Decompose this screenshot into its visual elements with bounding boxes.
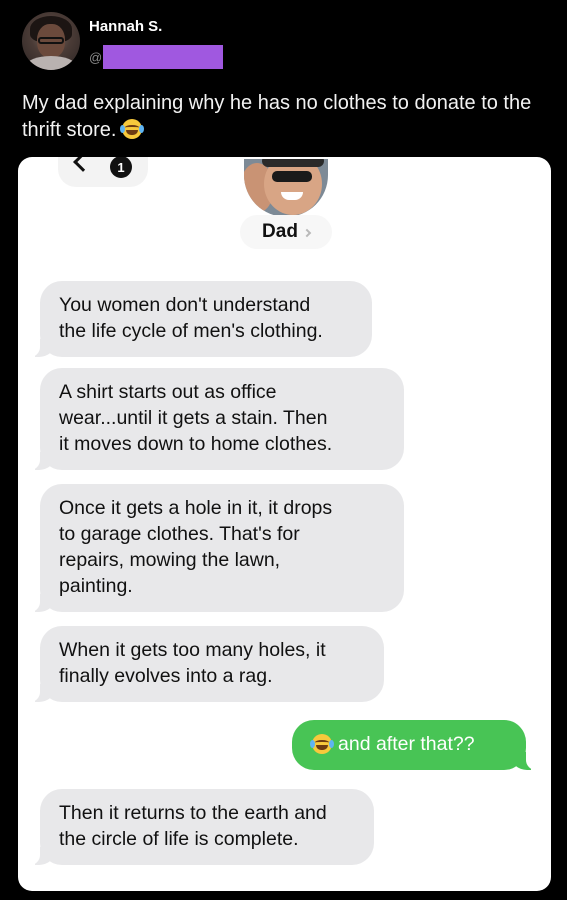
message-text: and after that?? [338, 733, 475, 755]
avatar-shirt [26, 56, 76, 70]
message-text: A shirt starts out as office wear...unti… [59, 381, 333, 455]
post-header: Hannah S. @ [22, 12, 552, 72]
contact-name: Dad [262, 221, 298, 242]
message-text: Then it returns to the earth and the cir… [59, 802, 327, 850]
handle-prefix: @ [89, 49, 103, 65]
avatar-person-right [264, 159, 322, 215]
unread-badge: 1 [110, 157, 132, 178]
author-name[interactable]: Hannah S. [89, 18, 162, 35]
laughing-emoji-icon [120, 119, 145, 139]
message-bubble-incoming[interactable]: When it gets too many holes, it finally … [29, 626, 384, 702]
avatar-cap [262, 159, 324, 167]
contact-avatar[interactable] [244, 159, 328, 217]
message-bubble-outgoing[interactable]: and after that?? [292, 720, 537, 770]
avatar-sunglasses [272, 171, 312, 182]
message-screenshot: 1 Dad You women don't understand the lif… [18, 157, 551, 891]
message-bubble-incoming[interactable]: Then it returns to the earth and the cir… [29, 789, 374, 865]
back-button[interactable]: 1 [58, 157, 148, 187]
laughing-emoji-icon [310, 734, 334, 754]
post-text-body: My dad explaining why he has no clothes … [22, 92, 532, 141]
post-text: My dad explaining why he has no clothes … [22, 90, 542, 144]
contact-name-button[interactable]: Dad [240, 215, 332, 249]
message-text: Once it gets a hole in it, it drops to g… [59, 497, 333, 597]
message-text: You women don't understand the life cycl… [59, 294, 323, 342]
message-bubble-incoming[interactable]: A shirt starts out as office wear...unti… [29, 368, 404, 470]
message-bubble-incoming[interactable]: You women don't understand the life cycl… [29, 281, 372, 357]
author-handle[interactable]: @ [89, 43, 223, 71]
chevron-left-icon [73, 157, 93, 172]
chevron-right-icon [302, 228, 312, 237]
message-bubble-incoming[interactable]: Once it gets a hole in it, it drops to g… [29, 484, 404, 612]
avatar-glasses [38, 37, 64, 44]
handle-redaction [103, 45, 223, 69]
message-text: When it gets too many holes, it finally … [59, 639, 326, 687]
author-avatar[interactable] [22, 12, 80, 70]
